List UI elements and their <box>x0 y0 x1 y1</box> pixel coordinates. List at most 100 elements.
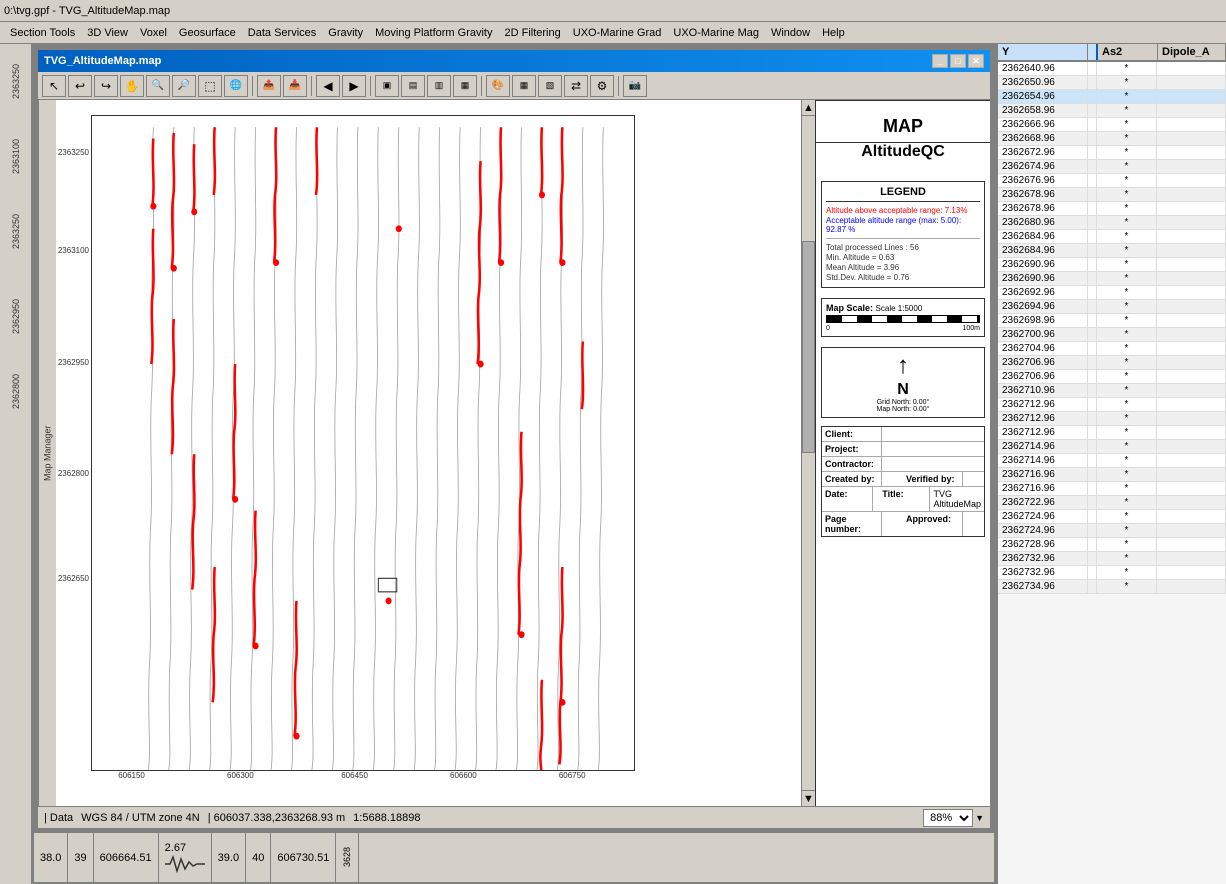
cell-dip <box>1157 188 1226 201</box>
cell-y2 <box>1088 300 1097 313</box>
table-row[interactable]: 2362716.96 * <box>998 468 1226 482</box>
map-scale-value: Scale 1:5000 <box>876 304 923 313</box>
redo-button[interactable]: ↪ <box>94 75 118 97</box>
menu-item-geosurface[interactable]: Geosurface <box>173 25 242 41</box>
table-row[interactable]: 2362678.96 * <box>998 202 1226 216</box>
grid2-button[interactable]: ▧ <box>538 75 562 97</box>
menu-item-uxo-marine-grad[interactable]: UXO-Marine Grad <box>567 25 668 41</box>
web-button[interactable]: 🌐 <box>224 75 248 97</box>
scroll-down-button[interactable]: ▼ <box>802 790 815 806</box>
map-north-text: Map North: 0.00° <box>826 406 980 413</box>
table-row[interactable]: 2362712.96 * <box>998 412 1226 426</box>
menu-item-moving-platform-gravity[interactable]: Moving Platform Gravity <box>369 25 498 41</box>
left-axis-label4: 2362950 <box>11 299 21 334</box>
zoom-dropdown-icon[interactable]: ▼ <box>975 813 984 823</box>
undo-button[interactable]: ↩ <box>68 75 92 97</box>
table-row[interactable]: 2362710.96 * <box>998 384 1226 398</box>
table-row[interactable]: 2362654.96 * <box>998 90 1226 104</box>
table-row[interactable]: 2362672.96 * <box>998 146 1226 160</box>
cell-dip <box>1157 146 1226 159</box>
table-row[interactable]: 2362732.96 * <box>998 566 1226 580</box>
screenshot-button[interactable]: 📷 <box>623 75 647 97</box>
table-row[interactable]: 2362676.96 * <box>998 174 1226 188</box>
color-button[interactable]: 🎨 <box>486 75 510 97</box>
toolbar: ↖ ↩ ↪ ✋ 🔍 🔎 ⬚ 🌐 📤 📥 ◀ ▶ ▣ ▤ ▥ ▦ <box>38 72 990 100</box>
menu-item-uxo-marine-mag[interactable]: UXO-Marine Mag <box>667 25 765 41</box>
table-row[interactable]: 2362668.96 * <box>998 132 1226 146</box>
table-row[interactable]: 2362732.96 * <box>998 552 1226 566</box>
table-row[interactable]: 2362650.96 * <box>998 76 1226 90</box>
app-title: 0:\tvg.gpf - TVG_AltitudeMap.map <box>4 5 170 17</box>
status-data-text: | Data <box>44 812 73 824</box>
nav-back-button[interactable]: ◀ <box>316 75 340 97</box>
vertical-scrollbar[interactable]: ▲ ▼ <box>801 100 815 806</box>
table-row[interactable]: 2362684.96 * <box>998 244 1226 258</box>
table-row[interactable]: 2362678.96 * <box>998 188 1226 202</box>
table-row[interactable]: 2362716.96 * <box>998 482 1226 496</box>
maximize-button[interactable]: □ <box>950 54 966 68</box>
table-row[interactable]: 2362700.96 * <box>998 328 1226 342</box>
table-row[interactable]: 2362674.96 * <box>998 160 1226 174</box>
table-row[interactable]: 2362724.96 * <box>998 510 1226 524</box>
map-viewport[interactable]: 2363250 2363100 2362950 2362800 2362650 … <box>56 100 815 806</box>
cell-dip <box>1157 272 1226 285</box>
cell-y2 <box>1088 342 1097 355</box>
table-row[interactable]: 2362712.96 * <box>998 426 1226 440</box>
cell-as2: * <box>1097 160 1157 173</box>
scroll-thumb[interactable] <box>802 241 815 453</box>
menu-item-voxel[interactable]: Voxel <box>134 25 173 41</box>
cell-as2: * <box>1097 510 1157 523</box>
menu-item-gravity[interactable]: Gravity <box>322 25 369 41</box>
settings-button[interactable]: ⚙ <box>590 75 614 97</box>
table-row[interactable]: 2362690.96 * <box>998 272 1226 286</box>
nav-fwd-button[interactable]: ▶ <box>342 75 366 97</box>
menu-item-section-tools[interactable]: Section Tools <box>4 25 81 41</box>
sel3-button[interactable]: ▥ <box>427 75 451 97</box>
export1-button[interactable]: 📤 <box>257 75 281 97</box>
table-row[interactable]: 2362706.96 * <box>998 370 1226 384</box>
table-row[interactable]: 2362714.96 * <box>998 454 1226 468</box>
table-row[interactable]: 2362692.96 * <box>998 286 1226 300</box>
sel1-button[interactable]: ▣ <box>375 75 399 97</box>
table-row[interactable]: 2362698.96 * <box>998 314 1226 328</box>
menu-item-data-services[interactable]: Data Services <box>242 25 322 41</box>
menu-item-3d-view[interactable]: 3D View <box>81 25 134 41</box>
table-row[interactable]: 2362658.96 * <box>998 104 1226 118</box>
grid1-button[interactable]: ▦ <box>512 75 536 97</box>
table-row[interactable]: 2362694.96 * <box>998 300 1226 314</box>
cell-as2: * <box>1097 440 1157 453</box>
table-row[interactable]: 2362680.96 * <box>998 216 1226 230</box>
cell-dip <box>1157 174 1226 187</box>
zoom-select[interactable]: 88% 100% 75% 50% <box>923 809 973 827</box>
sel2-button[interactable]: ▤ <box>401 75 425 97</box>
table-row[interactable]: 2362722.96 * <box>998 496 1226 510</box>
table-row[interactable]: 2362734.96 * <box>998 580 1226 594</box>
zoom-rect-button[interactable]: ⬚ <box>198 75 222 97</box>
table-row[interactable]: 2362712.96 * <box>998 398 1226 412</box>
table-row[interactable]: 2362728.96 * <box>998 538 1226 552</box>
cell-y: 2362698.96 <box>998 314 1088 327</box>
table-row[interactable]: 2362724.96 * <box>998 524 1226 538</box>
table-row[interactable]: 2362684.96 * <box>998 230 1226 244</box>
table-row[interactable]: 2362714.96 * <box>998 440 1226 454</box>
export2-button[interactable]: 📥 <box>283 75 307 97</box>
select-tool-button[interactable]: ↖ <box>42 75 66 97</box>
table-row[interactable]: 2362706.96 * <box>998 356 1226 370</box>
close-button[interactable]: ✕ <box>968 54 984 68</box>
zoom-out-button[interactable]: 🔎 <box>172 75 196 97</box>
menu-item-help[interactable]: Help <box>816 25 851 41</box>
table-row[interactable]: 2362640.96 * <box>998 62 1226 76</box>
menu-item-2d-filtering[interactable]: 2D Filtering <box>499 25 567 41</box>
sel4-button[interactable]: ▦ <box>453 75 477 97</box>
bottom-val-1: 38.0 <box>40 852 61 864</box>
table-row[interactable]: 2362704.96 * <box>998 342 1226 356</box>
move-button[interactable]: ⇄ <box>564 75 588 97</box>
table-row[interactable]: 2362690.96 * <box>998 258 1226 272</box>
zoom-in-button[interactable]: 🔍 <box>146 75 170 97</box>
pan-button[interactable]: ✋ <box>120 75 144 97</box>
table-row[interactable]: 2362666.96 * <box>998 118 1226 132</box>
scroll-up-button[interactable]: ▲ <box>802 100 815 116</box>
minimize-button[interactable]: _ <box>932 54 948 68</box>
menu-item-window[interactable]: Window <box>765 25 816 41</box>
cell-y: 2362724.96 <box>998 524 1088 537</box>
